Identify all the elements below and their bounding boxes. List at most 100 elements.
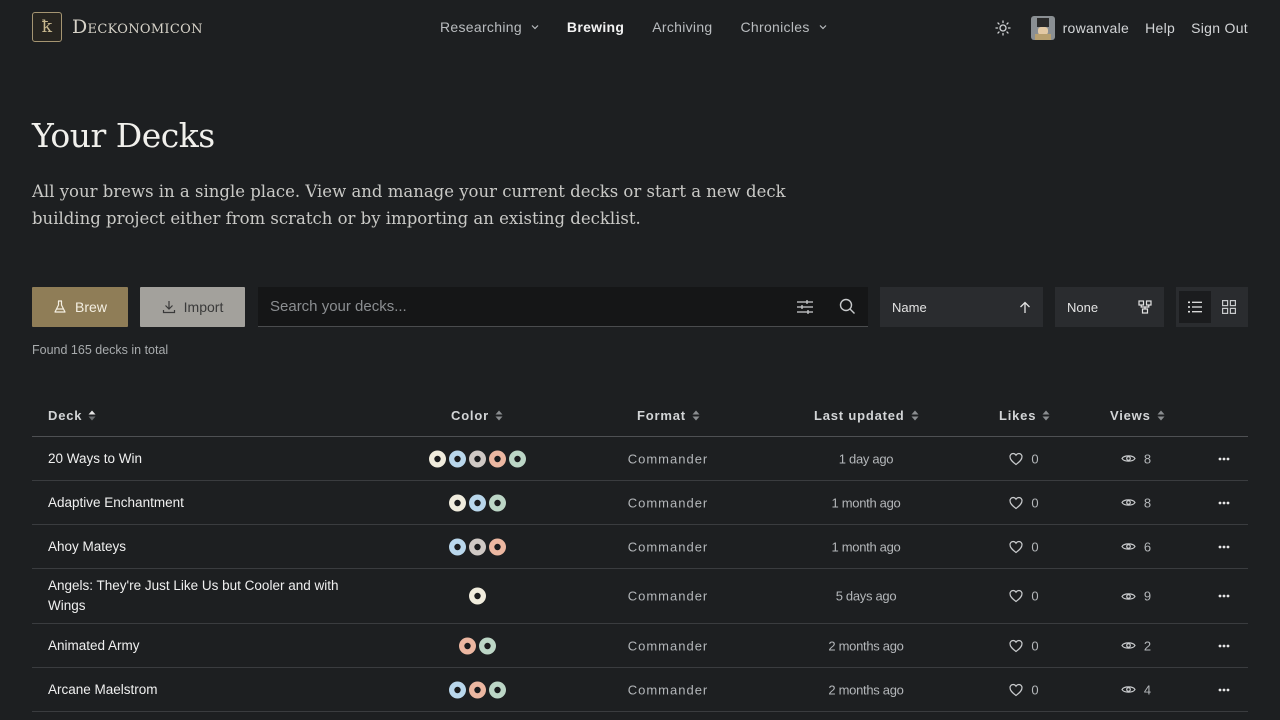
views-count: 6 <box>1143 539 1152 554</box>
results-count: Found 165 decks in total <box>32 343 169 357</box>
mana-U-icon <box>448 681 466 698</box>
sun-icon[interactable] <box>994 20 1011 36</box>
more-icon <box>1218 501 1230 504</box>
eye-icon <box>1121 642 1136 649</box>
deck-name[interactable]: Arcane Maelstrom <box>48 680 368 700</box>
brew-button[interactable]: Brew <box>32 287 128 327</box>
help-link[interactable]: Help <box>1145 20 1175 36</box>
col-last-updated[interactable]: Last updated <box>814 408 919 423</box>
arrow-up-icon[interactable] <box>1019 301 1031 314</box>
search-icon <box>839 298 855 314</box>
deck-views: 9 <box>1096 589 1176 604</box>
likes-count: 0 <box>1031 682 1039 697</box>
nav-brewing[interactable]: Brewing <box>567 19 624 35</box>
grid-view-button[interactable] <box>1213 291 1245 323</box>
likes-count: 0 <box>1031 539 1039 554</box>
deck-name[interactable]: Ahoy Mateys <box>48 537 368 557</box>
heart-icon <box>1009 496 1023 509</box>
search-button[interactable] <box>826 287 868 327</box>
deck-last-updated: 2 months ago <box>828 682 904 697</box>
filter-button[interactable] <box>784 287 826 327</box>
deck-name[interactable]: Adaptive Enchantment <box>48 493 368 513</box>
likes-count: 0 <box>1031 638 1039 653</box>
sort-icon <box>911 410 918 421</box>
list-view-button[interactable] <box>1179 291 1211 323</box>
sort-icon <box>1157 410 1165 421</box>
views-count: 2 <box>1143 638 1152 653</box>
deck-likes[interactable]: 0 <box>984 682 1064 697</box>
brand-name: Deckonomicon <box>72 16 203 38</box>
import-button[interactable]: Import <box>140 287 245 327</box>
more-actions-button[interactable] <box>1212 644 1236 648</box>
mana-B-icon <box>468 538 486 555</box>
list-icon <box>1188 301 1202 313</box>
deck-likes[interactable]: 0 <box>984 638 1064 653</box>
more-actions-button[interactable] <box>1212 457 1236 461</box>
col-views-label: Views <box>1110 408 1151 423</box>
col-color[interactable]: Color <box>451 408 503 423</box>
sign-out-link[interactable]: Sign Out <box>1191 20 1248 36</box>
eye-icon <box>1121 543 1136 550</box>
deck-colors <box>362 587 592 605</box>
more-actions-button[interactable] <box>1212 501 1236 505</box>
deck-views: 8 <box>1096 451 1176 466</box>
table-row[interactable]: Angels: They're Just Like Us but Cooler … <box>32 569 1248 624</box>
nav-chronicles[interactable]: Chronicles <box>741 19 827 35</box>
more-icon <box>1218 688 1230 691</box>
decks-table: Deck Color Format Last updated Likes Vie… <box>32 396 1248 712</box>
table-header: Deck Color Format Last updated Likes Vie… <box>32 396 1248 437</box>
nav-archiving[interactable]: Archiving <box>652 19 712 35</box>
group-icon <box>1138 300 1152 314</box>
deck-likes[interactable]: 0 <box>984 495 1064 510</box>
search-input[interactable] <box>258 298 784 315</box>
col-deck-label: Deck <box>48 408 83 423</box>
heart-icon <box>1009 589 1023 603</box>
sort-label: Name <box>892 299 927 315</box>
eye-icon <box>1121 499 1136 506</box>
avatar[interactable] <box>1030 16 1055 40</box>
group-select[interactable]: None <box>1055 287 1164 327</box>
deck-likes[interactable]: 0 <box>984 589 1064 604</box>
nav-researching[interactable]: Researching <box>440 19 539 35</box>
more-icon <box>1218 644 1230 647</box>
views-count: 9 <box>1143 588 1152 604</box>
table-row[interactable]: Ahoy Mateys Commander 1 month ago 0 6 <box>32 525 1248 569</box>
table-row[interactable]: Animated Army Commander 2 months ago 0 2 <box>32 624 1248 668</box>
mana-G-icon <box>488 681 506 698</box>
heart-icon <box>1009 540 1023 553</box>
deck-format: Commander <box>627 682 709 697</box>
eye-icon <box>1121 686 1136 693</box>
more-actions-button[interactable] <box>1212 594 1236 598</box>
deck-likes[interactable]: 0 <box>984 539 1064 554</box>
deck-name[interactable]: Animated Army <box>48 636 368 656</box>
deck-likes[interactable]: 0 <box>984 451 1064 466</box>
deck-format: Commander <box>627 539 709 554</box>
grid-icon <box>1222 300 1236 314</box>
deck-name[interactable]: Angels: They're Just Like Us but Cooler … <box>48 576 368 616</box>
deck-colors <box>362 450 592 467</box>
chevron-down-icon <box>819 25 827 30</box>
toolbar: Brew Import Name No <box>32 287 1248 327</box>
col-format[interactable]: Format <box>637 408 700 423</box>
table-row[interactable]: Adaptive Enchantment Commander 1 month a… <box>32 481 1248 525</box>
username[interactable]: rowanvale <box>1063 20 1130 36</box>
deck-last-updated: 2 months ago <box>828 638 904 653</box>
col-views[interactable]: Views <box>1110 408 1165 423</box>
mana-U-icon <box>448 538 466 555</box>
table-row[interactable]: 20 Ways to Win Commander 1 day ago 0 8 <box>32 437 1248 481</box>
col-likes[interactable]: Likes <box>999 408 1050 423</box>
deck-name[interactable]: 20 Ways to Win <box>48 449 368 469</box>
col-deck[interactable]: Deck <box>48 408 96 423</box>
more-actions-button[interactable] <box>1212 545 1236 549</box>
sort-select[interactable]: Name <box>880 287 1043 327</box>
sort-icon <box>692 410 700 421</box>
sort-icon <box>1042 410 1050 421</box>
table-row[interactable]: Arcane Maelstrom Commander 2 months ago … <box>32 668 1248 712</box>
mana-R-icon <box>488 538 506 555</box>
more-actions-button[interactable] <box>1212 688 1236 692</box>
likes-count: 0 <box>1031 495 1039 510</box>
heart-icon <box>1009 452 1023 465</box>
nav-brewing-label: Brewing <box>566 19 625 35</box>
import-label: Import <box>183 299 224 315</box>
logo[interactable]: ꝁ Deckonomicon <box>32 12 203 42</box>
